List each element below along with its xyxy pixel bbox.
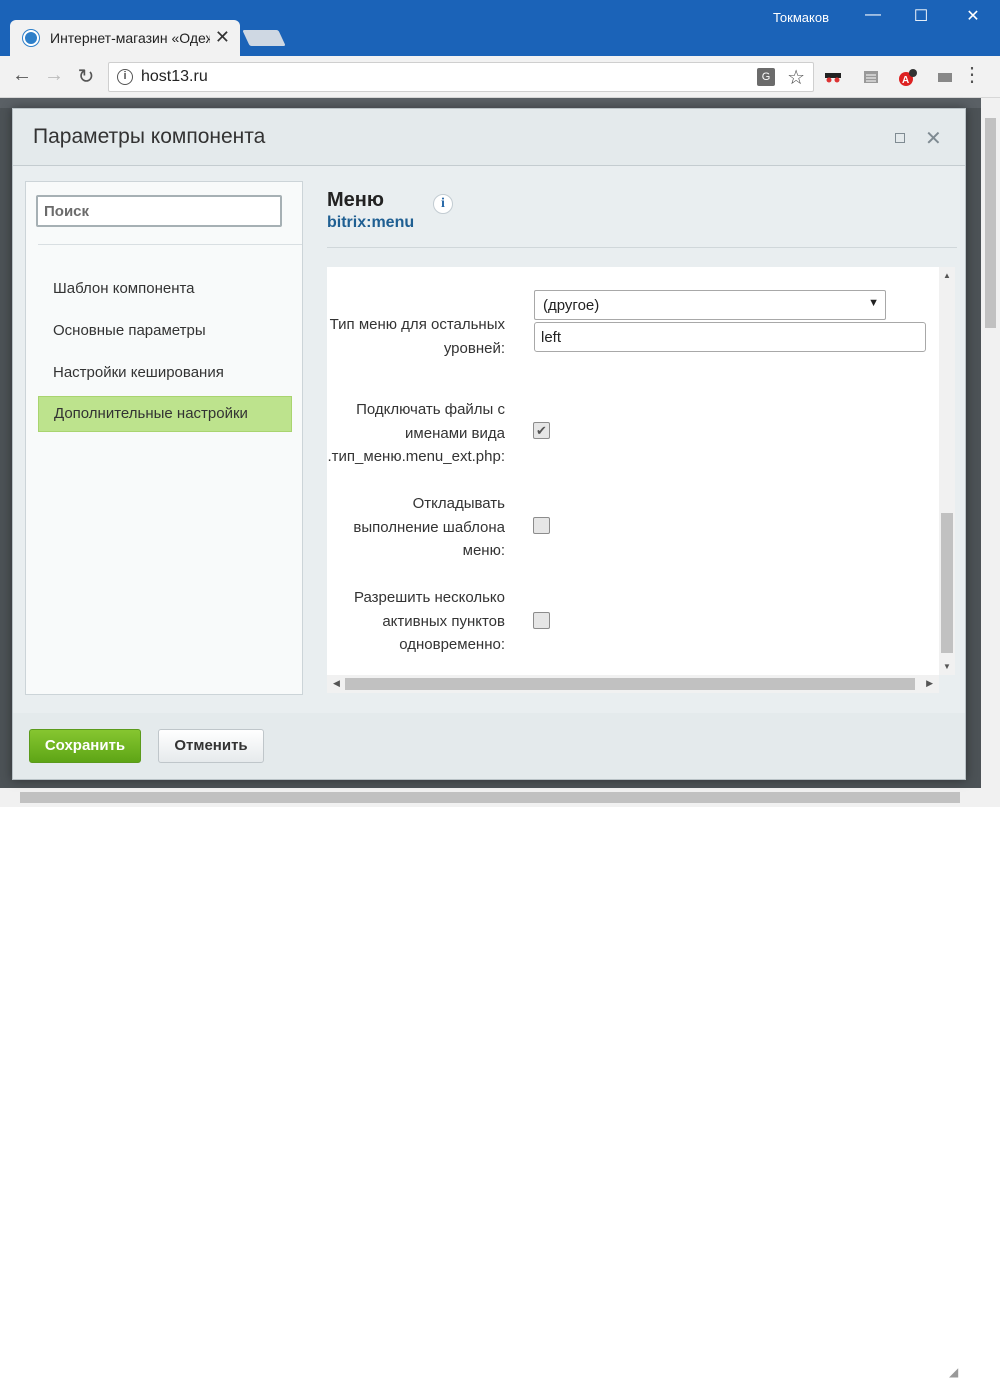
cast-extension-icon[interactable] [936, 68, 954, 86]
page-horizontal-scrollbar[interactable] [0, 788, 1000, 807]
info-icon[interactable]: i [117, 69, 133, 85]
form-vertical-scrollbar[interactable]: ▲ ▼ [939, 267, 955, 675]
window-close-icon[interactable]: ✕ [958, 6, 988, 26]
scroll-up-icon[interactable]: ▲ [943, 271, 951, 280]
new-tab-button[interactable] [242, 30, 286, 46]
page-vertical-scrollbar[interactable] [981, 98, 1000, 788]
allow-multi-select-label: Разрешить несколько активных пунктов одн… [353, 589, 505, 653]
component-code: bitrix:menu [327, 214, 415, 231]
tab-title: Интернет-магазин «Одежда» [50, 30, 210, 46]
maximize-icon[interactable] [895, 133, 905, 143]
sidebar-divider [38, 244, 302, 245]
use-ext-checkbox[interactable]: ✔ [533, 422, 550, 439]
sidebar-item-caching[interactable]: Настройки кеширования [38, 356, 292, 392]
address-bar[interactable]: i host13.ru G ☆ [108, 62, 814, 92]
antivirus-extension-icon[interactable]: A [898, 68, 917, 86]
component-name: Меню [327, 189, 384, 211]
star-icon[interactable]: ☆ [787, 65, 805, 90]
sidebar-item-main-params[interactable]: Основные параметры [38, 314, 292, 350]
params-form: Тип меню для остальных уровней: (другое)… [327, 267, 939, 675]
shop-favicon-icon [23, 30, 39, 46]
scroll-down-icon[interactable]: ▼ [943, 662, 951, 671]
menu-type-input[interactable]: left [534, 322, 926, 352]
profile-name[interactable]: Токмаков [773, 10, 829, 25]
search-input[interactable] [36, 195, 282, 227]
allow-multi-select-checkbox[interactable] [533, 612, 550, 629]
incognito-extension-icon[interactable] [824, 68, 842, 86]
svg-text:A: A [902, 75, 909, 86]
scroll-right-icon[interactable]: ▶ [926, 678, 933, 689]
translate-icon[interactable]: G [757, 68, 775, 86]
browser-toolbar: ← → ↻ i host13.ru G ☆ A ⋮ [0, 56, 1000, 98]
header-divider [327, 247, 957, 248]
component-info-icon[interactable]: i [433, 194, 453, 214]
menu-type-label: Тип меню для остальных уровней: [329, 316, 505, 357]
menu-type-select[interactable]: (другое) ▼ [534, 290, 886, 320]
sidebar-item-additional[interactable]: Дополнительные настройки [38, 396, 292, 432]
minimize-icon[interactable]: — [858, 6, 888, 24]
settings-sidebar: Шаблон компонента Основные параметры Нас… [25, 181, 303, 695]
dialog-title: Параметры компонента [33, 125, 266, 148]
reload-icon[interactable]: ↻ [74, 64, 98, 89]
use-ext-label: Подключать файлы с именами вида .тип_мен… [327, 401, 505, 465]
maximize-icon[interactable]: ☐ [906, 6, 936, 26]
delay-label: Откладывать выполнение шаблона меню: [353, 495, 505, 559]
save-button[interactable]: Сохранить [29, 729, 141, 763]
browser-tab[interactable]: Интернет-магазин «Одежда» ✕ [10, 20, 240, 56]
delay-checkbox[interactable] [533, 517, 550, 534]
sidebar-item-template[interactable]: Шаблон компонента [38, 272, 292, 308]
dialog-header[interactable]: Параметры компонента ✕ [13, 109, 965, 166]
dialog-footer: Сохранить Отменить ◢ [13, 713, 965, 1379]
resize-handle-icon[interactable]: ◢ [949, 1365, 958, 1379]
form-horizontal-scrollbar[interactable]: ◀ ▶ [327, 675, 939, 693]
chevron-down-icon: ▼ [868, 297, 879, 309]
browser-titlebar: Интернет-магазин «Одежда» ✕ Токмаков — ☐… [0, 0, 1000, 56]
url-text[interactable]: host13.ru [141, 68, 208, 86]
component-params-dialog: Параметры компонента ✕ Шаблон компонента… [12, 108, 966, 1379]
close-icon[interactable]: ✕ [925, 126, 942, 151]
settings-panel: Меню bitrix:menu i Тип меню для остальны… [327, 181, 957, 701]
forward-arrow-icon[interactable]: → [42, 64, 66, 87]
back-arrow-icon[interactable]: ← [10, 64, 34, 87]
tab-close-icon[interactable]: ✕ [215, 27, 230, 48]
cancel-button[interactable]: Отменить [158, 729, 264, 763]
check-icon: ✔ [536, 423, 547, 438]
list-extension-icon[interactable] [862, 68, 880, 86]
scroll-left-icon[interactable]: ◀ [333, 678, 340, 689]
menu-icon[interactable]: ⋮ [962, 62, 982, 87]
